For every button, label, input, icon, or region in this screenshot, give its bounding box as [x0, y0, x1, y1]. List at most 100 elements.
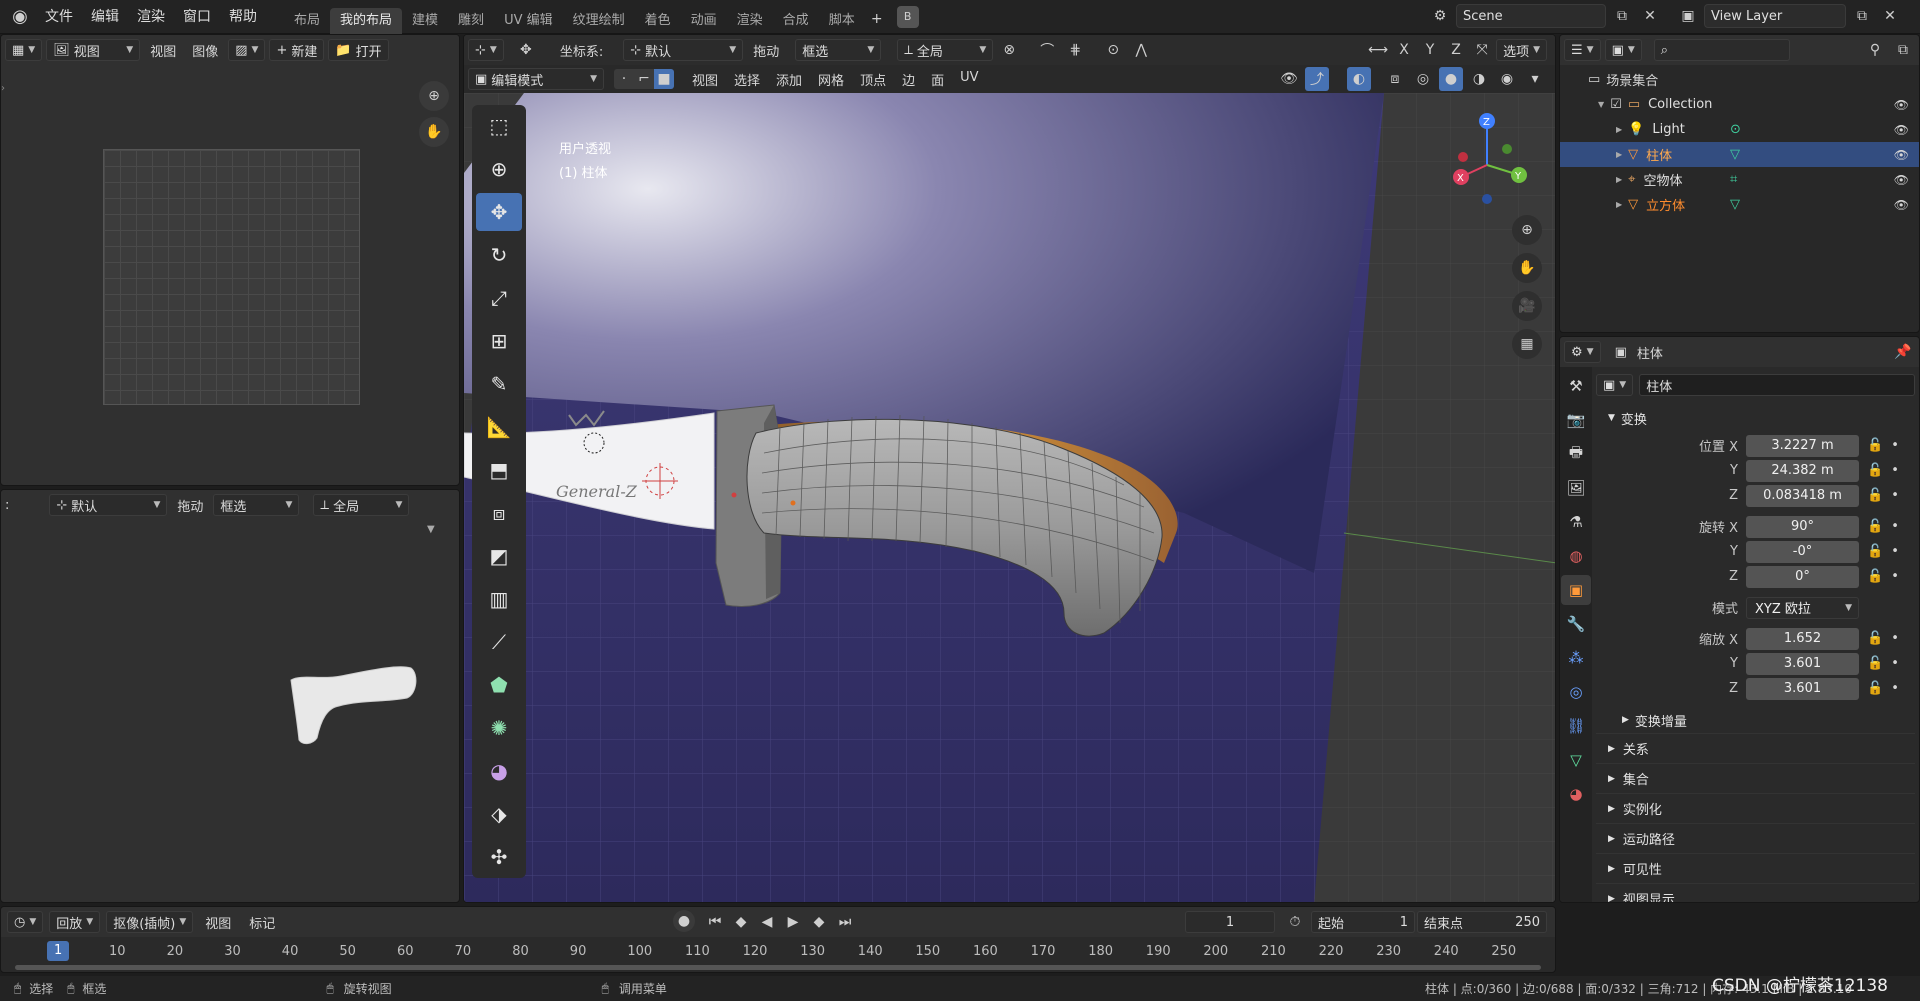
pin-icon[interactable]: 📌: [1891, 340, 1915, 364]
delta-transform-header[interactable]: ▶ 变换增量: [1596, 707, 1915, 733]
viewport-menu-item[interactable]: 添加: [768, 70, 810, 89]
filter-icon[interactable]: ⚲: [1863, 38, 1887, 62]
play-reverse-icon[interactable]: ◀: [755, 910, 779, 934]
visibility-icon[interactable]: 👁: [1277, 67, 1301, 91]
lock-icon[interactable]: 🔓: [1867, 463, 1883, 478]
material-tab-icon[interactable]: ◕: [1561, 779, 1591, 809]
gizmo-toggle-icon[interactable]: ⤴: [1305, 67, 1329, 91]
location-z-field[interactable]: 0.083418 m: [1746, 484, 1859, 507]
scale-x-field[interactable]: 1.652: [1746, 627, 1859, 650]
property-section-header[interactable]: ▶ 运动路径: [1596, 823, 1915, 853]
property-section-header[interactable]: ▶ 视图显示: [1596, 883, 1915, 902]
constraints-tab-icon[interactable]: ⛓: [1561, 711, 1591, 741]
data-icon[interactable]: ▽: [1730, 147, 1740, 162]
rotate-tool-icon[interactable]: ↻: [476, 236, 522, 274]
expand-arrow-icon[interactable]: ▼: [1598, 100, 1604, 109]
rotation-y-field[interactable]: -0°: [1746, 540, 1859, 563]
material-shading-icon[interactable]: ◑: [1467, 67, 1491, 91]
expand-arrow-icon[interactable]: ▶: [1616, 150, 1622, 159]
lock-icon[interactable]: 🔓: [1867, 631, 1883, 646]
next-keyframe-icon[interactable]: ◆: [807, 910, 831, 934]
workspace-tab[interactable]: 布局: [284, 8, 330, 34]
poly-build-tool-icon[interactable]: ⬟: [476, 666, 522, 704]
pan-hand-icon[interactable]: ✋: [419, 117, 449, 147]
view-layer-field[interactable]: View Layer: [1704, 4, 1846, 28]
workspace-tab[interactable]: UV 编辑: [494, 8, 563, 34]
property-section-header[interactable]: ▶ 关系: [1596, 733, 1915, 763]
move-tool-button-icon[interactable]: ✥: [476, 193, 522, 231]
world-tab-icon[interactable]: ◍: [1561, 541, 1591, 571]
viewport-menu-item[interactable]: UV: [952, 70, 986, 89]
scene-collection-row[interactable]: ▭ 场景集合: [1560, 67, 1919, 92]
collapse-arrow[interactable]: ▼: [427, 524, 435, 535]
loop-cut-tool-icon[interactable]: ▥: [476, 580, 522, 618]
properties-editor-type[interactable]: ⚙ ▼: [1564, 341, 1601, 363]
rotation-z-field[interactable]: 0°: [1746, 565, 1859, 588]
menu-item[interactable]: 帮助: [220, 0, 266, 34]
new-collection-icon[interactable]: ⧉: [1891, 38, 1915, 62]
lock-icon[interactable]: 🔓: [1867, 656, 1883, 671]
mirror-icon[interactable]: ⟷: [1366, 38, 1390, 62]
blender-logo-icon[interactable]: ◉: [8, 5, 32, 29]
data-icon[interactable]: ⌗: [1730, 172, 1737, 187]
menu-item[interactable]: 渲染: [128, 0, 174, 34]
shrink-fatten-tool-icon[interactable]: ✣: [476, 838, 522, 876]
tool-tab-icon[interactable]: ⚒: [1561, 371, 1591, 401]
eye-icon[interactable]: 👁: [1894, 198, 1909, 212]
checkbox-icon[interactable]: ☑: [1610, 97, 1622, 112]
workspace-tab[interactable]: 雕刻: [448, 8, 494, 34]
outliner-row[interactable]: ▼ ☑ ▭ Collection 👁: [1560, 92, 1919, 117]
keying-dropdown[interactable]: 抠像(插帧) ▼: [106, 911, 194, 933]
spin-tool-icon[interactable]: ✺: [476, 709, 522, 747]
play-icon[interactable]: ▶: [781, 910, 805, 934]
scene-field[interactable]: Scene: [1456, 4, 1606, 28]
workspace-tab[interactable]: 渲染: [727, 8, 773, 34]
viewport-pan-icon[interactable]: ✋: [1512, 253, 1542, 283]
workspace-tab[interactable]: 建模: [402, 8, 448, 34]
knife-tool-icon[interactable]: ⟋: [476, 623, 522, 661]
property-section-header[interactable]: ▶ 集合: [1596, 763, 1915, 793]
new-view-layer-icon[interactable]: ⧉: [1850, 4, 1874, 28]
zoom-icon[interactable]: ⊕: [419, 81, 449, 111]
transform-tool-icon[interactable]: ⊞: [476, 322, 522, 360]
outliner-search[interactable]: ⌕: [1653, 39, 1790, 61]
workspace-tab[interactable]: 着色: [635, 8, 681, 34]
smooth-tool-icon[interactable]: ◕: [476, 752, 522, 790]
editor-type-dropdown[interactable]: ▦ ▼: [5, 39, 43, 61]
view-mode-dropdown[interactable]: 🖼 视图 ▼: [46, 39, 141, 61]
timeline-marker-menu[interactable]: 标记: [243, 913, 281, 932]
expand-arrow-icon[interactable]: ▶: [1616, 200, 1622, 209]
scene-icon[interactable]: ⚙: [1428, 4, 1452, 28]
location-y-field[interactable]: 24.382 m: [1746, 459, 1859, 482]
wireframe-shading-icon[interactable]: ◎: [1411, 67, 1435, 91]
auto-merge-icon[interactable]: ⤧: [1470, 38, 1494, 62]
side-expand-arrow[interactable]: ›: [1, 83, 5, 94]
select-box-tool-icon[interactable]: ⬚: [476, 107, 522, 145]
timeline-ruler[interactable]: 1 10 20 30 40 50 60 70 80 90 100 110 120 130 140 150 160…: [1, 937, 1555, 963]
display-mode-dropdown[interactable]: ▣ ▼: [1604, 39, 1642, 61]
lock-icon[interactable]: 🔓: [1867, 681, 1883, 696]
orientation-dropdown[interactable]: ⟂ 全局 ▼: [313, 494, 410, 516]
property-section-header[interactable]: ▶ 可见性: [1596, 853, 1915, 883]
vertex-select-icon[interactable]: ·: [614, 69, 634, 89]
blender-scripting-icon[interactable]: B: [896, 5, 919, 28]
menu-image[interactable]: 图像: [186, 41, 224, 60]
overlay-toggle-icon[interactable]: ◐: [1347, 67, 1371, 91]
stopwatch-icon[interactable]: ⏱: [1283, 910, 1307, 934]
outliner-row[interactable]: ▶ ⌖ 空物体 ⌗ 👁: [1560, 167, 1919, 192]
shading-options-icon[interactable]: ▾: [1523, 67, 1547, 91]
jump-start-icon[interactable]: ⏮: [703, 910, 727, 934]
edge-select-icon[interactable]: ⌐: [634, 69, 654, 89]
workspace-tab[interactable]: 纹理绘制: [563, 8, 635, 34]
pivot-point-icon[interactable]: ⊗: [997, 38, 1021, 62]
eye-icon[interactable]: 👁: [1894, 98, 1909, 112]
snap-target-icon[interactable]: ⋕: [1063, 38, 1087, 62]
prev-keyframe-icon[interactable]: ◆: [729, 910, 753, 934]
record-icon[interactable]: ●: [673, 910, 695, 932]
eye-icon[interactable]: 👁: [1894, 173, 1909, 187]
measure-tool-icon[interactable]: 📐: [476, 408, 522, 446]
delete-scene-icon[interactable]: ✕: [1638, 4, 1662, 28]
transform-orientation-dropdown[interactable]: ⟂ 全局 ▼: [897, 39, 994, 61]
lock-icon[interactable]: 🔓: [1867, 569, 1883, 584]
add-workspace-icon[interactable]: +: [865, 7, 889, 31]
